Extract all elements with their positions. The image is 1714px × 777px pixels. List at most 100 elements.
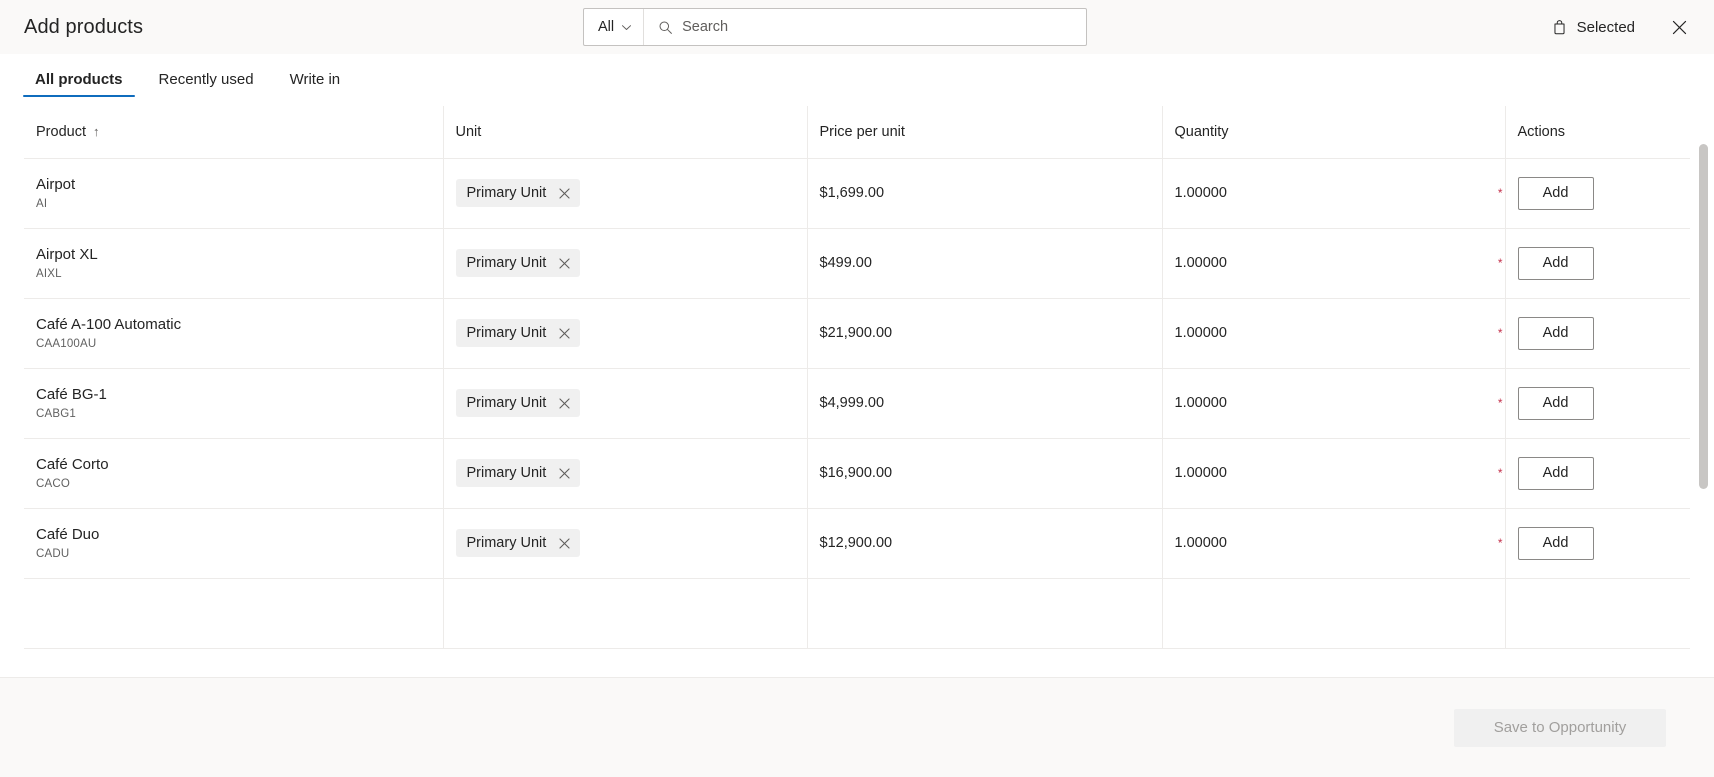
column-header-unit[interactable]: Unit	[443, 106, 808, 159]
table-row[interactable]: Café Duo CADU Primary Unit $12,900.00 1.…	[24, 508, 1690, 579]
table-row[interactable]: Café A-100 Automatic CAA100AU Primary Un…	[24, 298, 1690, 369]
quantity-value: 1.00000	[1174, 255, 1227, 271]
save-to-opportunity-button[interactable]: Save to Opportunity	[1454, 708, 1666, 747]
vertical-scrollbar[interactable]	[1699, 144, 1708, 677]
cell-unit: Primary Unit	[443, 298, 808, 369]
cell-actions: Add	[1505, 228, 1690, 299]
unit-pill[interactable]: Primary Unit	[455, 249, 581, 277]
shopping-bag-icon	[1551, 19, 1568, 36]
product-code: CAA100AU	[36, 337, 97, 350]
search-input-area[interactable]: Search	[644, 9, 1086, 45]
price-value: $12,900.00	[819, 535, 893, 551]
search-scope-dropdown[interactable]: All	[584, 9, 645, 45]
column-header-price-per-unit[interactable]: Price per unit	[807, 106, 1163, 159]
tab-all-products[interactable]: All products	[23, 54, 135, 105]
cell-price: $499.00	[807, 228, 1163, 299]
header-actions: Selected	[1542, 0, 1696, 54]
column-label: Unit	[455, 123, 482, 140]
remove-unit-icon[interactable]	[558, 187, 571, 200]
add-button[interactable]: Add	[1517, 176, 1594, 210]
unit-pill-label: Primary Unit	[466, 325, 547, 341]
unit-pill[interactable]: Primary Unit	[455, 529, 581, 557]
add-button[interactable]: Add	[1517, 456, 1594, 490]
tab-label: Write in	[289, 71, 341, 88]
table-row[interactable]	[24, 578, 1690, 649]
cell-unit: Primary Unit	[443, 228, 808, 299]
table-row[interactable]: Airpot AI Primary Unit $1,699.00 1.00000…	[24, 158, 1690, 229]
remove-unit-icon[interactable]	[558, 257, 571, 270]
table-header-row: Product ↑ Unit Price per unit Quantity A…	[24, 106, 1690, 159]
selected-button[interactable]: Selected	[1542, 13, 1644, 42]
unit-pill[interactable]: Primary Unit	[455, 389, 581, 417]
required-indicator: *	[1497, 326, 1503, 340]
close-icon	[1671, 19, 1688, 36]
cell-price: $1,699.00	[807, 158, 1163, 229]
cell-quantity[interactable]: 1.00000 *	[1162, 368, 1506, 439]
add-button[interactable]: Add	[1517, 246, 1594, 280]
remove-unit-icon[interactable]	[558, 467, 571, 480]
page-title: Add products	[24, 15, 144, 38]
dialog-footer: Save to Opportunity	[0, 677, 1714, 777]
cell-quantity[interactable]: 1.00000 *	[1162, 508, 1506, 579]
unit-pill[interactable]: Primary Unit	[455, 319, 581, 347]
product-code: AI	[36, 197, 48, 210]
cell-product: Café Duo CADU	[24, 508, 444, 579]
cell-quantity[interactable]: 1.00000 *	[1162, 438, 1506, 509]
cell-quantity[interactable]: 1.00000 *	[1162, 298, 1506, 369]
price-value: $16,900.00	[819, 465, 893, 481]
product-code: CABG1	[36, 407, 76, 420]
search-input[interactable]: Search	[682, 19, 728, 35]
tab-recently-used[interactable]: Recently used	[147, 54, 266, 105]
table-row[interactable]: Café BG-1 CABG1 Primary Unit $4,999.00 1…	[24, 368, 1690, 439]
unit-pill-label: Primary Unit	[466, 255, 547, 271]
required-indicator: *	[1497, 536, 1503, 550]
add-products-dialog: Add products All Search Selected All pro…	[0, 0, 1714, 777]
cell-quantity[interactable]: 1.00000 *	[1162, 228, 1506, 299]
remove-unit-icon[interactable]	[558, 327, 571, 340]
cell-product	[24, 578, 444, 649]
close-button[interactable]	[1662, 10, 1696, 44]
table-row[interactable]: Café Corto CACO Primary Unit $16,900.00 …	[24, 438, 1690, 509]
products-table: Product ↑ Unit Price per unit Quantity A…	[24, 106, 1690, 649]
remove-unit-icon[interactable]	[558, 397, 571, 410]
scrollbar-thumb[interactable]	[1699, 144, 1708, 489]
table-row[interactable]: Airpot XL AIXL Primary Unit $499.00 1.00…	[24, 228, 1690, 299]
add-button[interactable]: Add	[1517, 316, 1594, 350]
quantity-value: 1.00000	[1174, 535, 1227, 551]
cell-unit	[443, 578, 808, 649]
required-indicator: *	[1497, 466, 1503, 480]
product-name: Café Duo	[36, 526, 100, 544]
tab-write-in[interactable]: Write in	[278, 54, 353, 105]
add-button[interactable]: Add	[1517, 526, 1594, 560]
quantity-value: 1.00000	[1174, 325, 1227, 341]
remove-unit-icon[interactable]	[558, 537, 571, 550]
column-header-product[interactable]: Product ↑	[24, 106, 444, 159]
cell-product: Café Corto CACO	[24, 438, 444, 509]
products-table-area: Product ↑ Unit Price per unit Quantity A…	[0, 106, 1714, 677]
cell-quantity[interactable]: 1.00000 *	[1162, 158, 1506, 229]
cell-unit: Primary Unit	[443, 508, 808, 579]
cell-product: Airpot AI	[24, 158, 444, 229]
unit-pill[interactable]: Primary Unit	[455, 459, 581, 487]
add-button[interactable]: Add	[1517, 386, 1594, 420]
cell-quantity[interactable]	[1162, 578, 1506, 649]
required-indicator: *	[1497, 256, 1503, 270]
selected-label: Selected	[1576, 18, 1635, 36]
unit-pill[interactable]: Primary Unit	[455, 179, 581, 207]
quantity-value: 1.00000	[1174, 465, 1227, 481]
column-label: Actions	[1517, 123, 1566, 140]
cell-actions: Add	[1505, 508, 1690, 579]
chevron-down-icon	[621, 22, 632, 33]
cell-actions	[1505, 578, 1690, 649]
cell-product: Café A-100 Automatic CAA100AU	[24, 298, 444, 369]
required-indicator: *	[1497, 186, 1503, 200]
search-bar[interactable]: All Search	[583, 8, 1087, 46]
price-value: $1,699.00	[819, 185, 885, 201]
cell-actions: Add	[1505, 368, 1690, 439]
cell-actions: Add	[1505, 438, 1690, 509]
product-name: Café BG-1	[36, 386, 107, 404]
tab-bar: All products Recently used Write in	[0, 54, 1714, 106]
quantity-value: 1.00000	[1174, 185, 1227, 201]
column-header-quantity[interactable]: Quantity	[1162, 106, 1506, 159]
unit-pill-label: Primary Unit	[466, 535, 547, 551]
